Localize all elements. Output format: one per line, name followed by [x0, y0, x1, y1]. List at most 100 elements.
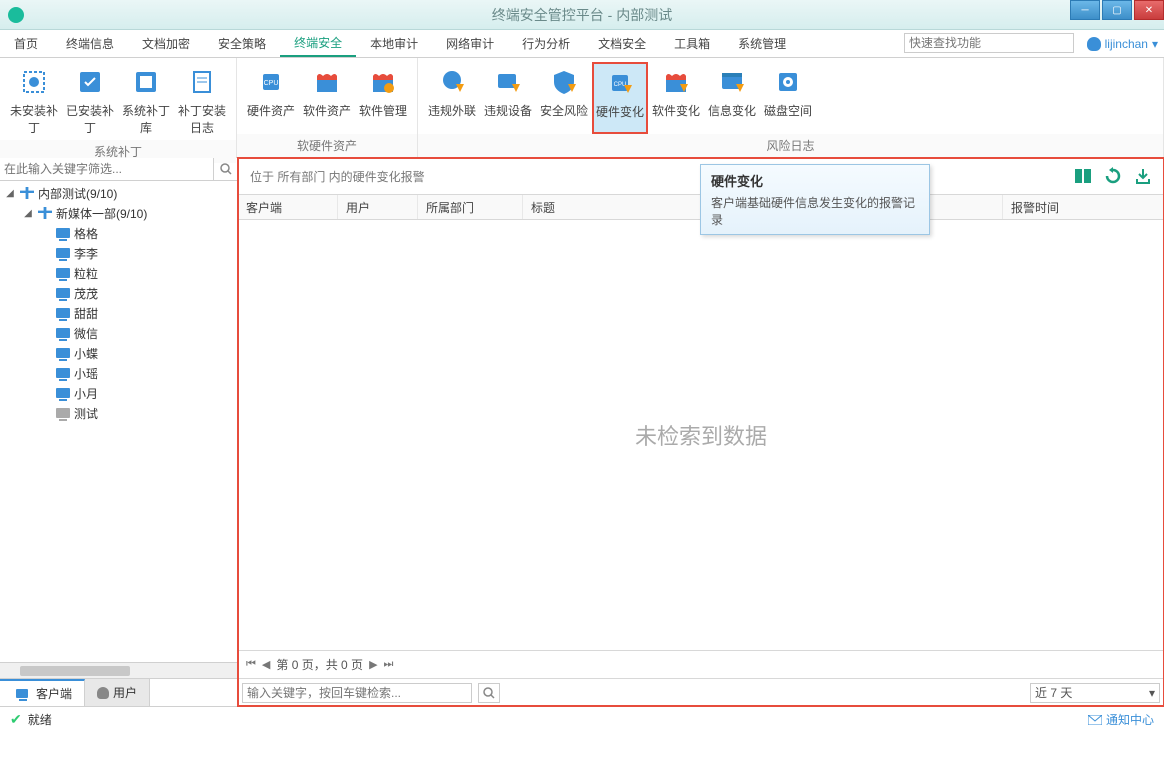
tree-client[interactable]: 粒粒 [36, 263, 237, 283]
ribbon-software-change[interactable]: 软件变化 [648, 62, 704, 134]
sidebar-tab-client[interactable]: 客户端 [0, 679, 85, 706]
chevron-down-icon: ▾ [1149, 686, 1155, 700]
ribbon-illegal-connection[interactable]: 违规外联 [424, 62, 480, 134]
table-body: 未检索到数据 [238, 220, 1164, 650]
ribbon-group-label-assets: 软硬件资产 [237, 134, 417, 157]
menu-security-policy[interactable]: 安全策略 [204, 30, 280, 57]
ribbon-group-risk-log: 违规外联 违规设备 安全风险 CPU 硬件变化 软件变化 信息变化 [418, 58, 1164, 157]
menu-bar: 首页 终端信息 文档加密 安全策略 终端安全 本地审计 网络审计 行为分析 文档… [0, 30, 1164, 58]
columns-button[interactable] [1074, 167, 1092, 185]
menu-local-audit[interactable]: 本地审计 [356, 30, 432, 57]
menu-doc-security[interactable]: 文档安全 [584, 30, 660, 57]
pager-first-button[interactable]: ⏮ [246, 658, 256, 671]
tree-client[interactable]: 微信 [36, 323, 237, 343]
scrollbar-thumb[interactable] [20, 666, 130, 676]
pager-next-button[interactable]: ▶ [369, 658, 377, 671]
ribbon-group-patches: 未安装补丁 已安装补丁 系统补丁库 补丁安装日志 系统补丁 [0, 58, 237, 157]
tree-client[interactable]: 测试 [36, 403, 237, 423]
username-label: lijinchan [1105, 37, 1148, 51]
window-warn-icon [716, 66, 748, 98]
pc-icon [56, 308, 70, 318]
menu-doc-encrypt[interactable]: 文档加密 [128, 30, 204, 57]
ribbon-uninstalled-patches[interactable]: 未安装补丁 [6, 62, 62, 140]
tree-filter-input[interactable] [0, 158, 213, 180]
ribbon-hardware-change[interactable]: CPU 硬件变化 [592, 62, 648, 134]
org-icon [20, 187, 34, 199]
org-tree: ◢ 内部测试(9/10) ◢ 新媒体一部(9/10) 格格 李李 粒粒 茂茂 甜… [0, 181, 237, 662]
tree-client[interactable]: 甜甜 [36, 303, 237, 323]
col-client[interactable]: 客户端 [238, 195, 338, 219]
ribbon-security-risk[interactable]: 安全风险 [536, 62, 592, 134]
main-area: ◢ 内部测试(9/10) ◢ 新媒体一部(9/10) 格格 李李 粒粒 茂茂 甜… [0, 158, 1164, 706]
tree-client[interactable]: 小月 [36, 383, 237, 403]
status-bar: ✔ 就绪 通知中心 [0, 706, 1164, 732]
tree-root[interactable]: ◢ 内部测试(9/10) [0, 183, 237, 203]
store-icon [311, 66, 343, 98]
sidebar-tab-user[interactable]: 用户 [85, 679, 150, 706]
pc-icon [56, 228, 70, 238]
pc-icon [56, 348, 70, 358]
window-title: 终端安全管控平台 - 内部测试 [492, 5, 672, 25]
tree-client[interactable]: 小蝶 [36, 343, 237, 363]
ribbon-software-assets[interactable]: 软件资产 [299, 62, 355, 134]
tooltip: 硬件变化 客户端基础硬件信息发生变化的报警记录 [700, 164, 930, 235]
menu-toolbox[interactable]: 工具箱 [660, 30, 724, 57]
notification-center-button[interactable]: 通知中心 [1088, 711, 1154, 728]
pc-icon [56, 288, 70, 298]
export-button[interactable] [1134, 167, 1152, 185]
maximize-button[interactable]: ▢ [1102, 0, 1132, 20]
minimize-button[interactable]: ─ [1070, 0, 1100, 20]
menu-network-audit[interactable]: 网络审计 [432, 30, 508, 57]
tooltip-title: 硬件变化 [711, 171, 919, 190]
disk-icon [772, 66, 804, 98]
shield-warn-icon [548, 66, 580, 98]
breadcrumb: 位于 所有部门 内的硬件变化报警 [250, 168, 425, 185]
pc-icon [56, 388, 70, 398]
keyword-search-button[interactable] [478, 683, 500, 703]
menu-terminal-security[interactable]: 终端安全 [280, 30, 356, 57]
ribbon-disk-space[interactable]: 磁盘空间 [760, 62, 816, 134]
user-menu[interactable]: lijinchan ▾ [1087, 30, 1158, 58]
chevron-down-icon: ▾ [1152, 37, 1158, 51]
globe-warn-icon [436, 66, 468, 98]
keyword-search-input[interactable] [242, 683, 472, 703]
tree-client[interactable]: 格格 [36, 223, 237, 243]
sidebar: ◢ 内部测试(9/10) ◢ 新媒体一部(9/10) 格格 李李 粒粒 茂茂 甜… [0, 158, 238, 706]
col-user[interactable]: 用户 [338, 195, 418, 219]
date-filter-select[interactable]: 近 7 天 ▾ [1030, 683, 1160, 703]
pager-prev-button[interactable]: ◀ [262, 658, 270, 671]
ribbon-group-label-risk: 风险日志 [418, 134, 1163, 157]
refresh-button[interactable] [1104, 167, 1122, 185]
check-icon: ✔ [10, 711, 22, 728]
ribbon-patch-library[interactable]: 系统补丁库 [118, 62, 174, 140]
tree-client[interactable]: 茂茂 [36, 283, 237, 303]
col-dept[interactable]: 所属部门 [418, 195, 523, 219]
menu-terminal-info[interactable]: 终端信息 [52, 30, 128, 57]
menu-home[interactable]: 首页 [0, 30, 52, 57]
tree-client[interactable]: 李李 [36, 243, 237, 263]
search-icon [483, 687, 495, 699]
tree-group[interactable]: ◢ 新媒体一部(9/10) [18, 203, 237, 223]
sidebar-hscrollbar[interactable] [0, 662, 237, 678]
tree-client[interactable]: 小瑶 [36, 363, 237, 383]
ribbon-hardware-assets[interactable]: CPU 硬件资产 [243, 62, 299, 134]
ribbon-illegal-device[interactable]: 违规设备 [480, 62, 536, 134]
collapse-icon[interactable]: ◢ [4, 188, 16, 199]
pager-last-button[interactable]: ⏭ [384, 658, 394, 671]
mail-icon [1088, 715, 1102, 725]
collapse-icon[interactable]: ◢ [22, 208, 34, 219]
content-panel: 位于 所有部门 内的硬件变化报警 客户端 用户 所属部门 标题 内容 报警时间 … [238, 158, 1164, 706]
ribbon-software-mgmt[interactable]: 软件管理 [355, 62, 411, 134]
tree-filter-search-button[interactable] [213, 158, 237, 180]
patch-log-icon [186, 66, 218, 98]
menu-behavior-analysis[interactable]: 行为分析 [508, 30, 584, 57]
close-button[interactable]: ✕ [1134, 0, 1164, 20]
user-icon [1087, 37, 1101, 51]
pc-icon [56, 368, 70, 378]
ribbon-info-change[interactable]: 信息变化 [704, 62, 760, 134]
ribbon-patch-log[interactable]: 补丁安装日志 [174, 62, 230, 140]
menu-system-mgmt[interactable]: 系统管理 [724, 30, 800, 57]
quick-search-input[interactable] [904, 33, 1074, 53]
ribbon-installed-patches[interactable]: 已安装补丁 [62, 62, 118, 140]
col-alarm-time[interactable]: 报警时间 [1003, 195, 1164, 219]
